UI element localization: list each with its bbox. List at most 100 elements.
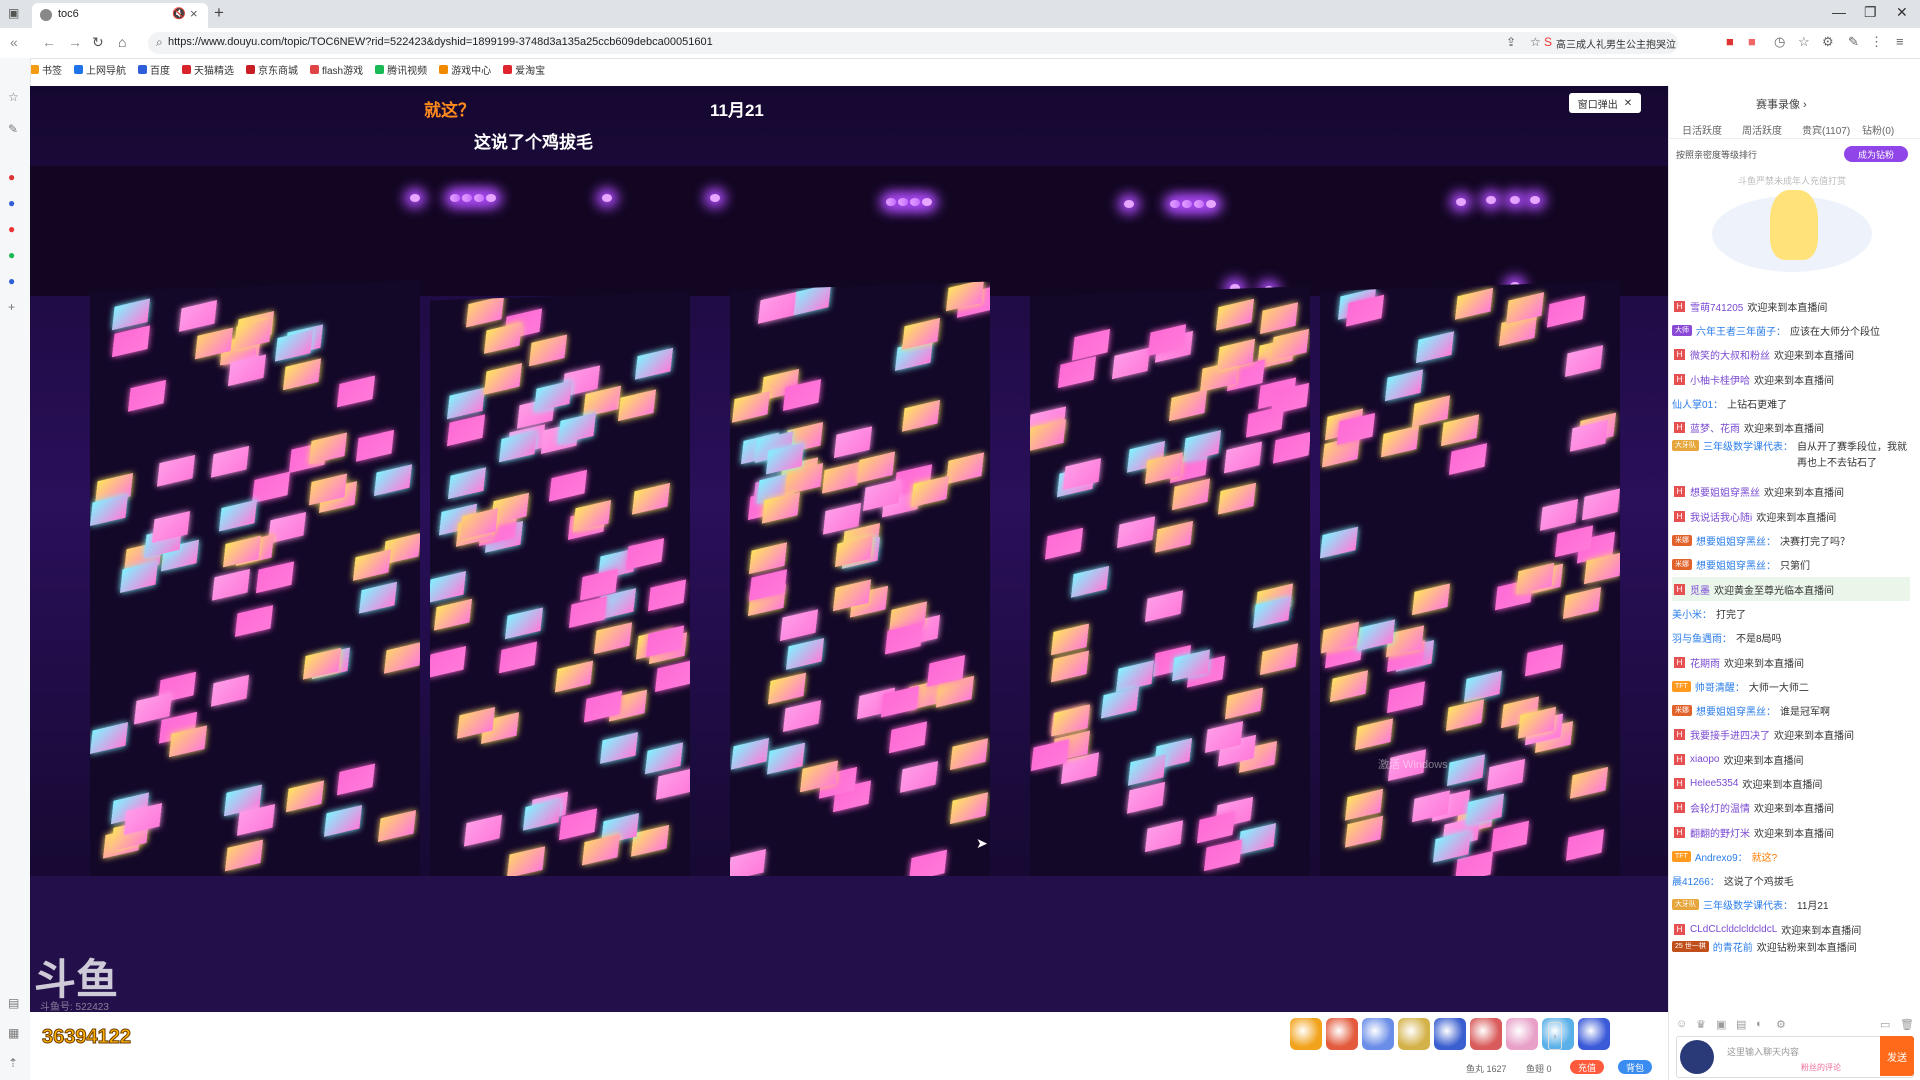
user-avatar[interactable] <box>1680 1040 1714 1074</box>
fans-icon[interactable]: ♛ <box>1696 1018 1706 1031</box>
reload-icon[interactable]: ↻ <box>92 34 104 51</box>
settings-icon[interactable]: ⚙ <box>1776 1018 1786 1031</box>
video-player[interactable] <box>30 86 1668 1012</box>
star-icon[interactable]: ☆ <box>1530 35 1541 49</box>
chat-message[interactable]: 晨41266： 这说了个鸡拔毛 <box>1672 869 1910 893</box>
rank-tab[interactable]: 周活跃度 <box>1742 122 1782 137</box>
chat-message[interactable]: Hxiaopo 欢迎来到本直播间 <box>1672 747 1910 771</box>
color-icon[interactable]: ◐ <box>1756 1018 1763 1030</box>
chat-username[interactable]: 羽与鱼遇雨： <box>1672 630 1732 645</box>
bookmark-item[interactable]: 爱淘宝 <box>503 62 545 77</box>
hamburger-menu-icon[interactable]: ≡ <box>1896 34 1904 49</box>
minimize-button[interactable]: — <box>1832 4 1846 20</box>
paw-sidebar-icon[interactable]: ● <box>8 196 15 210</box>
chat-username[interactable]: 我说话我心随i <box>1690 509 1752 524</box>
gift-icon[interactable] <box>1434 1018 1466 1050</box>
chat-message[interactable]: H 微笑的大叔和粉丝 欢迎来到本直播间 <box>1672 343 1910 367</box>
chat-message[interactable]: TFT 帅哥清醒： 大师一大师二 <box>1672 674 1910 698</box>
url-text[interactable]: https://www.douyu.com/topic/TOC6NEW?rid=… <box>168 36 713 48</box>
close-window-button[interactable]: ✕ <box>1896 4 1908 21</box>
sidebar-toggle-icon[interactable]: ▣ <box>8 6 19 20</box>
back-icon[interactable]: ← <box>42 34 56 50</box>
chat-username[interactable]: 花期雨 <box>1690 655 1720 670</box>
chat-username[interactable]: 六年王者三年菌子： <box>1696 323 1786 338</box>
trash-icon[interactable]: 🗑 <box>1900 1018 1914 1031</box>
chat-message[interactable]: 仙人掌01： 上钻石更难了 <box>1672 391 1910 415</box>
chat-username[interactable]: 小柚卡桂伊哈 <box>1690 372 1750 387</box>
chat-username[interactable]: xiaopo <box>1690 754 1719 765</box>
chat-message[interactable]: H 蓝梦、花雨 欢迎来到本直播间 <box>1672 415 1910 439</box>
gift-icon[interactable] <box>1290 1018 1322 1050</box>
chat-username[interactable]: 帅哥清醒： <box>1695 679 1745 694</box>
bookmark-item[interactable]: 腾讯视频 <box>375 62 427 77</box>
screenshot-icon[interactable]: ▭ <box>1880 1018 1890 1031</box>
chat-message[interactable]: H 想要姐姐穿黑丝 欢迎来到本直播间 <box>1672 480 1910 504</box>
bookmark-item[interactable]: flash游戏 <box>310 62 363 77</box>
chat-message[interactable]: 米娜 想要姐姐穿黑丝： 决赛打完了吗？ <box>1672 528 1910 552</box>
settings-sidebar-icon[interactable]: ▦ <box>8 1026 19 1040</box>
gift-icon[interactable] <box>1326 1018 1358 1050</box>
gift-scroll-icon[interactable]: › <box>1548 1022 1562 1050</box>
new-tab-button[interactable]: + <box>214 3 224 23</box>
chat-message[interactable]: H 小柚卡桂伊哈 欢迎来到本直播间 <box>1672 367 1910 391</box>
chat-message[interactable]: H 花期雨 欢迎来到本直播间 <box>1672 650 1910 674</box>
chat-username[interactable]: 雪萌741205 <box>1690 299 1743 314</box>
chat-message[interactable]: H 翻翻的野灯米 欢迎来到本直播间 <box>1672 820 1910 844</box>
rank-tab[interactable]: 日活跃度 <box>1682 122 1722 137</box>
chat-message[interactable]: 美小米： 打完了 <box>1672 601 1910 625</box>
home-icon[interactable]: ⌂ <box>118 34 126 50</box>
download-sidebar-icon[interactable]: ▤ <box>8 996 19 1010</box>
add-sidebar-icon[interactable]: + <box>8 300 15 314</box>
chat-username[interactable]: 想要姐姐穿黑丝： <box>1696 533 1776 548</box>
rank-tab[interactable]: 钻粉(0) <box>1862 122 1894 137</box>
gift-icon[interactable] <box>1398 1018 1430 1050</box>
bookmark-item[interactable]: 游戏中心 <box>439 62 491 77</box>
more-menu-icon[interactable]: ⋮ <box>1870 34 1883 50</box>
rank-tab[interactable]: 贵宾(1107) <box>1802 122 1850 137</box>
emoji-icon[interactable]: ☺ <box>1676 1018 1687 1030</box>
chat-message[interactable]: H 会轮灯的温情 欢迎来到本直播间 <box>1672 796 1910 820</box>
chat-message[interactable]: 米娜 想要姐姐穿黑丝： 只第们 <box>1672 553 1910 577</box>
chat-username[interactable]: 蓝梦、花雨 <box>1690 420 1740 435</box>
gift-icon[interactable] <box>1470 1018 1502 1050</box>
close-icon[interactable]: ✕ <box>1624 98 1632 109</box>
favorites-sidebar-icon[interactable]: ☆ <box>8 90 19 104</box>
chat-username[interactable]: 微笑的大叔和粉丝 <box>1690 347 1770 362</box>
restore-button[interactable]: ❐ <box>1864 4 1877 21</box>
favorites-icon[interactable]: ☆ <box>1798 34 1810 50</box>
chat-message[interactable]: 25 世一棋 的青花前 欢迎钻粉来到本直播间 <box>1672 941 1910 981</box>
chat-message[interactable]: 米娜 想要姐姐穿黑丝： 谁是冠军啊 <box>1672 698 1910 722</box>
join-fan-button[interactable]: 成为钻粉 <box>1844 146 1908 162</box>
pen-icon[interactable]: ✎ <box>1848 34 1859 50</box>
chat-username[interactable]: 三年级数学课代表： <box>1703 897 1793 912</box>
chat-username[interactable]: 觅墨 <box>1690 582 1710 597</box>
send-button[interactable]: 发送 <box>1880 1036 1914 1076</box>
extension-icon[interactable]: ■ <box>1748 34 1756 49</box>
bookmark-item[interactable]: 书签 <box>30 62 62 77</box>
bookmark-item[interactable]: 京东商城 <box>246 62 298 77</box>
bookmark-item[interactable]: 天猫精选 <box>182 62 234 77</box>
chat-message[interactable]: 大师 六年王者三年菌子： 应该在大师分个段位 <box>1672 318 1910 342</box>
pen-sidebar-icon[interactable]: ✎ <box>8 122 18 136</box>
chat-message[interactable]: H 我要接手进四决了 欢迎来到本直播间 <box>1672 723 1910 747</box>
rank-title[interactable]: 赛事录像 › <box>1756 96 1807 112</box>
address-bar[interactable]: ⌕ https://www.douyu.com/topic/TOC6NEW?ri… <box>148 32 1678 54</box>
chat-username[interactable]: 想要姐姐穿黑丝： <box>1696 703 1776 718</box>
forward-icon[interactable]: → <box>68 34 82 50</box>
chat-message[interactable]: H 觅墨 欢迎黄金至尊光临本直播间 <box>1672 576 1910 602</box>
barrage-icon[interactable]: ▤ <box>1736 1018 1746 1031</box>
gift-icon[interactable] <box>1362 1018 1394 1050</box>
chat-message[interactable]: H Helee5354 欢迎来到本直播间 <box>1672 771 1910 795</box>
extensions-icon[interactable]: ⚙ <box>1822 34 1834 50</box>
chat-username[interactable]: 想要姐姐穿黑丝： <box>1696 557 1776 572</box>
tab-close-icon[interactable]: × <box>190 6 198 21</box>
chat-message[interactable]: 大牙队 三年级数学课代表： 自从开了赛季段位，我就再也上不去钻石了 <box>1672 439 1910 480</box>
chat-message[interactable]: 大牙队 三年级数学课代表： 11月21 <box>1672 893 1910 917</box>
play-sidebar-icon[interactable]: ● <box>8 248 15 262</box>
recharge-button[interactable]: 充值 <box>1570 1060 1604 1074</box>
chat-username[interactable]: 晨41266： <box>1672 873 1720 888</box>
chat-username[interactable]: 的青花前 <box>1713 941 1753 957</box>
image-icon[interactable]: ▣ <box>1716 1018 1726 1031</box>
history-icon[interactable]: ◷ <box>1774 34 1785 50</box>
chat-username[interactable]: 会轮灯的温情 <box>1690 800 1750 815</box>
